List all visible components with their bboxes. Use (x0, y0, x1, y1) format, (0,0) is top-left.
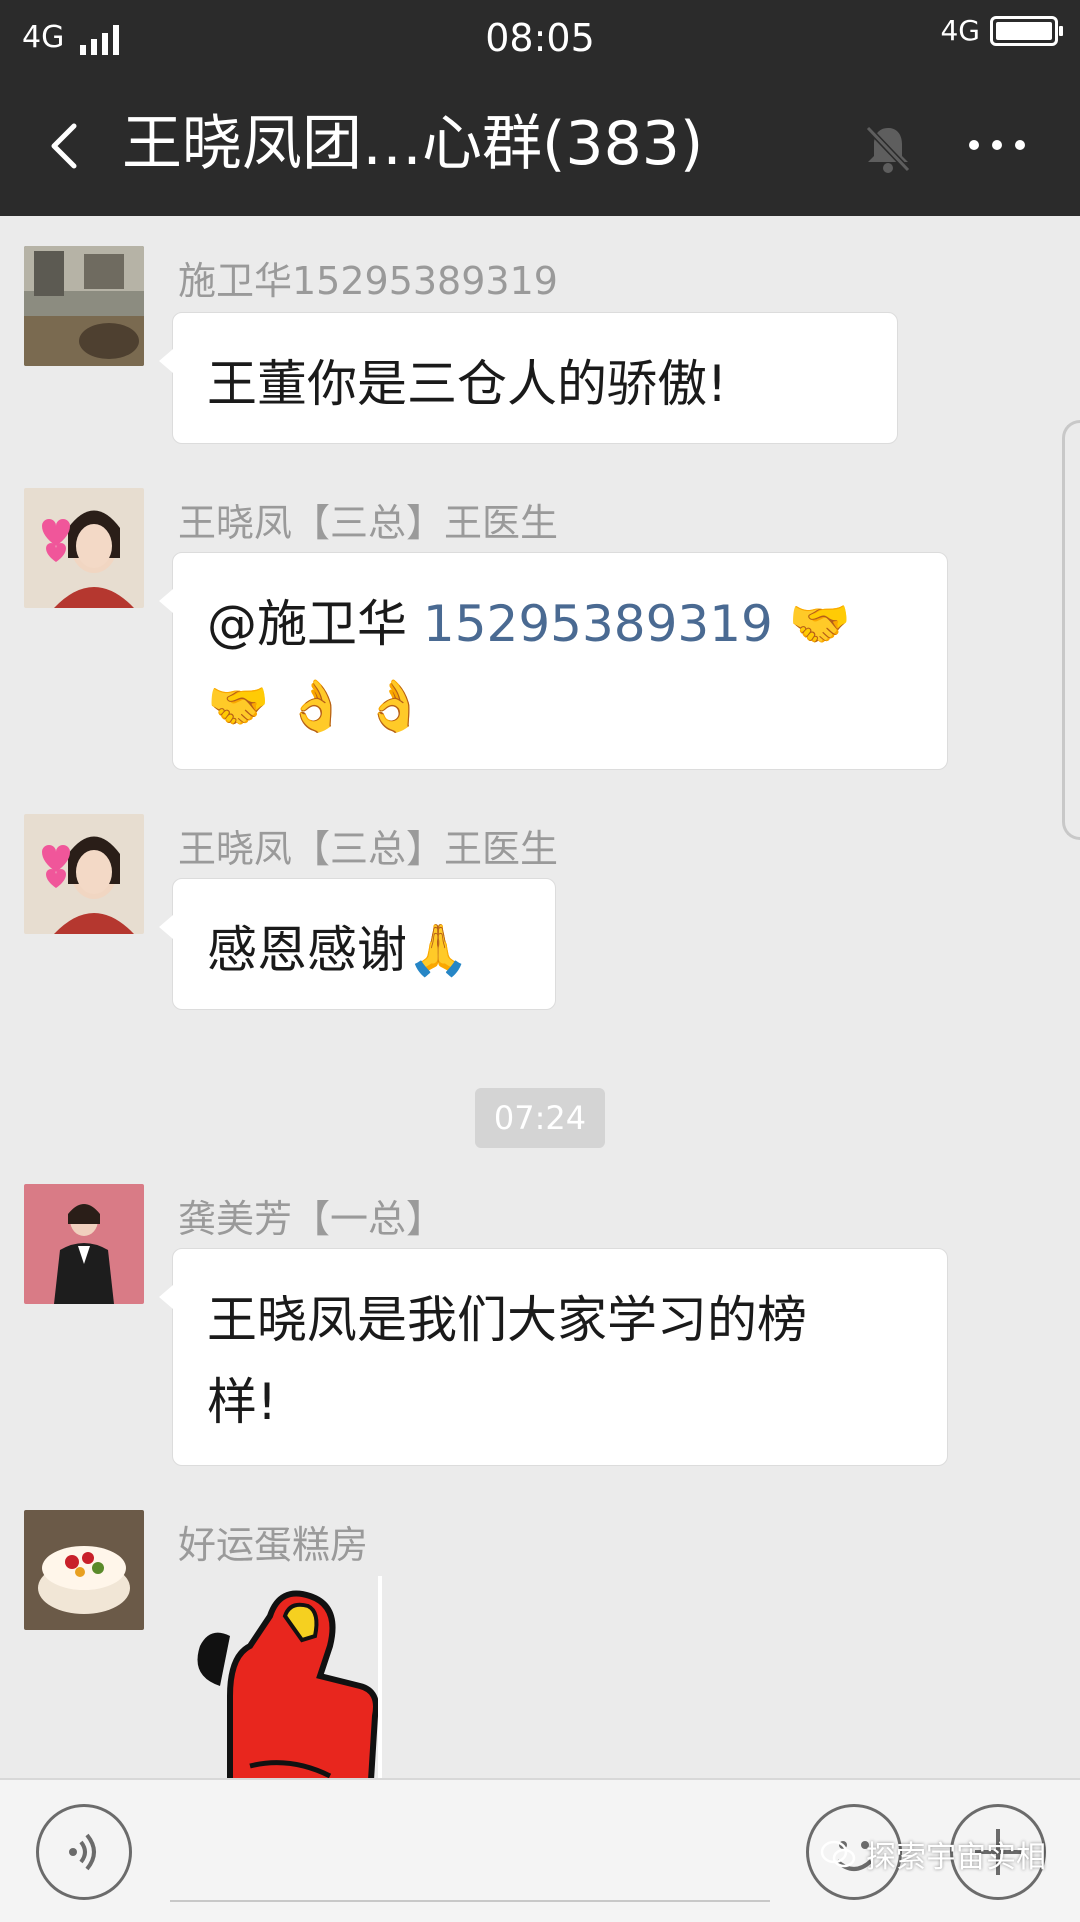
message-text: 感恩感谢 (207, 921, 407, 979)
battery-icon (990, 16, 1063, 46)
chat-title: 王晓凤团…心群(383) (122, 109, 704, 179)
wechat-logo-icon (820, 1840, 856, 1868)
watermark-text: 探索宇宙实相 (866, 1840, 1046, 1875)
more-icon[interactable] (962, 120, 1032, 170)
back-icon[interactable] (40, 118, 96, 174)
avatar[interactable] (24, 1510, 144, 1630)
avatar[interactable] (24, 814, 144, 934)
message-text-line-2: 样! (207, 1373, 278, 1431)
sender-name: 王晓凤【三总】王医生 (178, 827, 559, 871)
sender-name: 龚美芳【一总】 (178, 1197, 445, 1241)
mute-bell-icon (865, 125, 911, 173)
ok-hand-emoji: 👌 (285, 677, 348, 735)
message-text-line-1: 王晓凤是我们大家学习的榜 (207, 1291, 807, 1349)
sticker-edge (378, 1576, 382, 1778)
watermark: 探索宇宙实相 (820, 1832, 1046, 1876)
message-text: 王董你是三仓人的骄傲! (207, 355, 728, 413)
mention: @施卫华 (207, 595, 407, 653)
network-right: 4G (940, 14, 1063, 47)
sender-name: 好运蛋糕房 (178, 1523, 369, 1567)
voice-icon (69, 1833, 96, 1871)
chat-header: 王晓凤团…心群(383) (0, 72, 1080, 216)
message-bubble[interactable]: 王晓凤是我们大家学习的榜 样! (159, 1248, 948, 1466)
avatar[interactable] (24, 488, 144, 608)
avatar[interactable] (24, 1184, 144, 1304)
text-input[interactable] (170, 1900, 770, 1902)
voice-button[interactable] (36, 1804, 132, 1900)
time-separator: 07:24 (475, 1088, 605, 1148)
thumbs-up-sticker[interactable] (190, 1576, 390, 1778)
network-type-right: 4G (940, 14, 980, 47)
message-bubble[interactable]: 王董你是三仓人的骄傲! (159, 312, 898, 444)
message-list[interactable]: 施卫华15295389319 王董你是三仓人的骄傲! 王晓凤【三总】王医生 @施… (0, 216, 1080, 1778)
handshake-emoji: 🤝 (788, 595, 852, 653)
handshake-emoji: 🤝 (207, 677, 270, 735)
sender-name: 施卫华15295389319 (178, 259, 558, 303)
scroll-handle[interactable] (1062, 420, 1080, 840)
message-bubble[interactable]: @施卫华 15295389319 🤝 🤝 👌 👌 (159, 552, 948, 770)
message-bubble[interactable]: 感恩感谢🙏 (159, 878, 556, 1010)
sender-name: 王晓凤【三总】王医生 (178, 501, 559, 545)
avatar[interactable] (24, 246, 144, 366)
pray-emoji: 🙏 (407, 921, 470, 979)
status-bar: 4G 08:05 4G (0, 0, 1080, 72)
phone-link[interactable]: 15295389319 (423, 595, 773, 653)
ok-hand-emoji: 👌 (363, 677, 426, 735)
status-time: 08:05 (485, 16, 595, 60)
